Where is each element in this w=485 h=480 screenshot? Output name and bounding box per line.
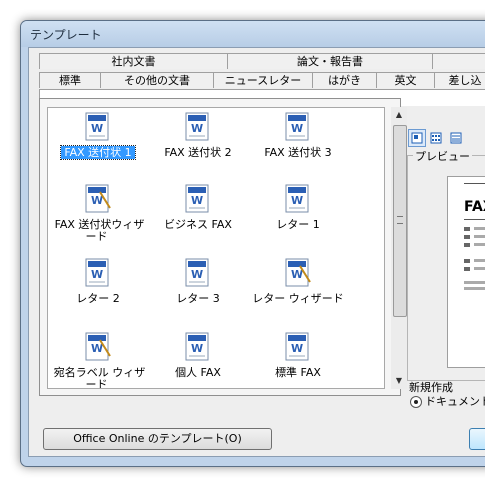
list-view-button[interactable]	[427, 129, 445, 147]
template-label: FAX 送付状 3	[264, 146, 332, 159]
list-view-icon	[430, 132, 442, 144]
preview-page: FAX	[447, 176, 485, 368]
dialog-client-area: 社内文書 論文・報告書 標準 その他の文書 ニュースレター はがき 英文 差し込…	[28, 47, 485, 457]
scrollbar-grip-icon	[397, 216, 403, 224]
scrollbar-thumb[interactable]	[393, 125, 407, 317]
template-label: 宛名ラベル ウィザード	[53, 366, 146, 389]
svg-text:W: W	[91, 122, 103, 135]
svg-text:W: W	[291, 342, 303, 355]
svg-text:W: W	[191, 194, 203, 207]
tab-mail-merge[interactable]: 差し込	[434, 72, 485, 88]
preview-text-line	[464, 287, 485, 290]
svg-text:W: W	[191, 342, 203, 355]
template-personal-fax[interactable]: W 個人 FAX	[148, 332, 248, 388]
word-template-icon: W	[285, 112, 309, 141]
template-label: レター 2	[76, 292, 120, 305]
template-label: レター 1	[276, 218, 320, 231]
template-list[interactable]: W FAX 送付状 1 W FAX 送付状 2 W FAX 送付状 3 W FA…	[47, 107, 385, 389]
tab-standard[interactable]: 標準	[39, 72, 101, 88]
preview-label: プレビュー	[413, 148, 472, 164]
word-template-icon: W	[285, 184, 309, 213]
scroll-up-arrow-icon[interactable]: ▲	[391, 107, 407, 123]
preview-text-line	[474, 235, 485, 238]
template-letter-2[interactable]: W レター 2	[48, 258, 148, 328]
preview-text-block	[464, 235, 470, 239]
template-label: FAX 送付状ウィザード	[54, 218, 145, 243]
svg-text:W: W	[191, 268, 203, 281]
template-fax-cover-wizard[interactable]: W FAX 送付状ウィザード	[48, 184, 148, 254]
preview-text-line	[474, 267, 485, 270]
template-label: ビジネス FAX	[164, 218, 232, 231]
details-view-button[interactable]	[447, 129, 465, 147]
scroll-down-arrow-icon[interactable]: ▼	[391, 373, 407, 389]
word-template-icon: W	[185, 184, 209, 213]
tab-postcard[interactable]: はがき	[312, 72, 377, 88]
templates-dialog: テンプレート 社内文書 論文・報告書 標準 その他の文書 ニュースレター はがき…	[20, 20, 485, 467]
ok-button[interactable]	[469, 428, 485, 450]
preview-rule	[464, 219, 485, 220]
preview-text-block	[464, 243, 470, 247]
office-online-templates-button[interactable]: Office Online のテンプレート(O)	[43, 428, 272, 450]
preview-text-line	[474, 259, 485, 262]
template-fax-cover-2[interactable]: W FAX 送付状 2	[148, 112, 248, 182]
tab-newsletter[interactable]: ニュースレター	[213, 72, 313, 88]
template-business-fax[interactable]: W ビジネス FAX	[148, 184, 248, 254]
document-radio-label: ドキュメント(D	[425, 395, 485, 408]
radio-selected-icon[interactable]	[410, 396, 422, 408]
word-template-icon: W	[285, 332, 309, 361]
word-wizard-icon: W	[85, 332, 111, 361]
template-letter-3[interactable]: W レター 3	[148, 258, 248, 328]
preview-text-line	[474, 243, 485, 246]
template-standard-fax[interactable]: W 標準 FAX	[248, 332, 348, 388]
template-label: 標準 FAX	[275, 366, 321, 379]
svg-text:W: W	[91, 268, 103, 281]
template-panel: W FAX 送付状 1 W FAX 送付状 2 W FAX 送付状 3 W FA…	[39, 98, 407, 396]
svg-text:W: W	[291, 194, 303, 207]
tab-row1-extra[interactable]	[432, 53, 485, 69]
tab-other-docs[interactable]: その他の文書	[100, 72, 214, 88]
word-template-icon: W	[185, 258, 209, 287]
tab-papers-reports[interactable]: 論文・報告書	[227, 53, 433, 69]
template-label: FAX 送付状 2	[164, 146, 232, 159]
template-label: レター ウィザード	[252, 292, 344, 305]
large-icons-view-button[interactable]	[408, 129, 426, 147]
word-template-icon: W	[185, 112, 209, 141]
document-radio-option[interactable]: ドキュメント(D	[410, 393, 485, 409]
preview-text-line	[474, 227, 485, 230]
word-wizard-icon: W	[285, 258, 311, 287]
template-letter-1[interactable]: W レター 1	[248, 184, 348, 254]
template-fax-cover-3[interactable]: W FAX 送付状 3	[248, 112, 348, 182]
word-template-icon: W	[85, 258, 109, 287]
word-template-icon: W	[85, 112, 109, 141]
template-label: 個人 FAX	[175, 366, 221, 379]
template-label: FAX 送付状 1	[60, 145, 136, 160]
svg-text:W: W	[191, 122, 203, 135]
template-fax-cover-1[interactable]: W FAX 送付状 1	[48, 112, 148, 182]
tab-internal-docs[interactable]: 社内文書	[39, 53, 228, 69]
details-view-icon	[450, 132, 462, 144]
dialog-title: テンプレート	[30, 28, 102, 42]
large-icons-icon	[411, 132, 423, 144]
preview-text-block	[464, 227, 470, 231]
tab-english[interactable]: 英文	[376, 72, 435, 88]
svg-text:W: W	[291, 122, 303, 135]
preview-rule	[464, 183, 485, 184]
preview-text-block	[464, 267, 470, 271]
word-wizard-icon: W	[85, 184, 111, 213]
word-template-icon: W	[185, 332, 209, 361]
preview-text-line	[464, 281, 485, 284]
template-letter-wizard[interactable]: W レター ウィザード	[248, 258, 348, 328]
template-label: レター 3	[176, 292, 220, 305]
title-bar[interactable]: テンプレート	[21, 21, 485, 47]
template-list-scrollbar[interactable]: ▲ ▼	[391, 107, 407, 389]
preview-text-block	[464, 259, 470, 263]
preview-heading: FAX	[464, 199, 485, 215]
template-label-wizard[interactable]: W 宛名ラベル ウィザード	[48, 332, 148, 389]
